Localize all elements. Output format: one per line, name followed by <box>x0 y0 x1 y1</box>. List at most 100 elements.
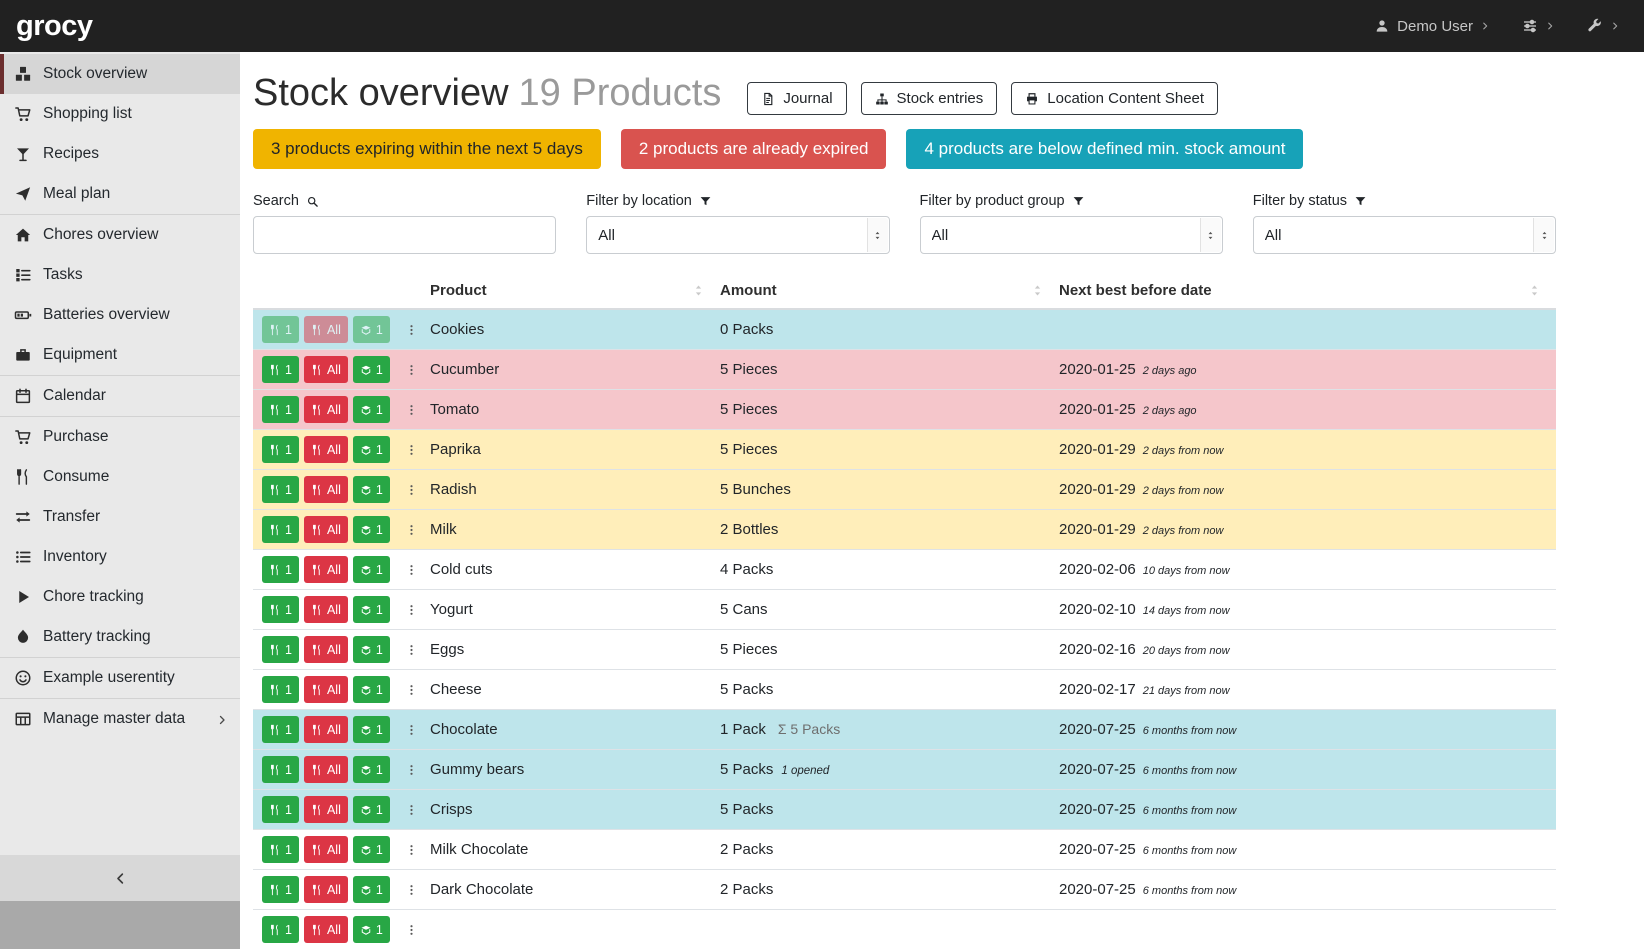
column-product[interactable]: Product <box>430 276 720 308</box>
open-1-button[interactable]: 1 <box>353 716 390 743</box>
consume-1-button[interactable]: 1 <box>262 676 299 703</box>
row-context-menu-button[interactable] <box>401 922 422 938</box>
sidebar-item-transfer[interactable]: Transfer <box>0 497 240 537</box>
open-1-button[interactable]: 1 <box>353 676 390 703</box>
consume-all-button[interactable]: All <box>304 876 348 903</box>
consume-1-button[interactable]: 1 <box>262 756 299 783</box>
location-content-sheet-button[interactable]: Location Content Sheet <box>1011 82 1218 115</box>
open-1-button[interactable]: 1 <box>353 916 390 943</box>
consume-all-button[interactable]: All <box>304 916 348 943</box>
open-1-button[interactable]: 1 <box>353 556 390 583</box>
admin-menu[interactable] <box>1587 18 1620 34</box>
consume-1-button[interactable]: 1 <box>262 876 299 903</box>
filter-select[interactable]: All <box>920 216 1223 254</box>
sidebar-collapse-button[interactable] <box>0 855 240 901</box>
row-context-menu-button[interactable] <box>401 602 422 618</box>
row-context-menu-button[interactable] <box>401 562 422 578</box>
search-input[interactable] <box>253 216 556 254</box>
row-context-menu-button[interactable] <box>401 842 422 858</box>
consume-all-button[interactable]: All <box>304 796 348 823</box>
consume-1-button[interactable]: 1 <box>262 516 299 543</box>
filter-select[interactable]: All <box>586 216 889 254</box>
sidebar-item-example-userentity[interactable]: Example userentity <box>0 658 240 698</box>
filter-select[interactable]: All <box>1253 216 1556 254</box>
consume-all-button[interactable]: All <box>304 676 348 703</box>
consume-1-button[interactable]: 1 <box>262 916 299 943</box>
row-context-menu-button[interactable] <box>401 362 422 378</box>
banner-warning[interactable]: 3 products expiring within the next 5 da… <box>253 129 601 169</box>
sidebar-item-calendar[interactable]: Calendar <box>0 376 240 416</box>
open-1-button[interactable]: 1 <box>353 396 390 423</box>
consume-all-button[interactable]: All <box>304 396 348 423</box>
stock-entries-button[interactable]: Stock entries <box>861 82 998 115</box>
consume-all-button[interactable]: All <box>304 516 348 543</box>
consume-1-button[interactable]: 1 <box>262 316 299 343</box>
row-context-menu-button[interactable] <box>401 682 422 698</box>
banner-info[interactable]: 4 products are below defined min. stock … <box>906 129 1303 169</box>
consume-all-button[interactable]: All <box>304 436 348 463</box>
sidebar-item-purchase[interactable]: Purchase <box>0 417 240 457</box>
consume-all-button[interactable]: All <box>304 756 348 783</box>
sidebar-item-stock-overview[interactable]: Stock overview <box>0 54 240 94</box>
consume-all-button[interactable]: All <box>304 596 348 623</box>
sidebar-item-battery-tracking[interactable]: Battery tracking <box>0 617 240 657</box>
sidebar-item-inventory[interactable]: Inventory <box>0 537 240 577</box>
sidebar-item-tasks[interactable]: Tasks <box>0 255 240 295</box>
sidebar-item-batteries-overview[interactable]: Batteries overview <box>0 295 240 335</box>
settings-menu[interactable] <box>1522 18 1555 34</box>
open-1-button[interactable]: 1 <box>353 476 390 503</box>
open-1-button[interactable]: 1 <box>353 596 390 623</box>
row-context-menu-button[interactable] <box>401 442 422 458</box>
open-1-button[interactable]: 1 <box>353 436 390 463</box>
open-1-button[interactable]: 1 <box>353 316 390 343</box>
open-1-button[interactable]: 1 <box>353 796 390 823</box>
sidebar-item-manage-master-data[interactable]: Manage master data <box>0 699 240 739</box>
row-context-menu-button[interactable] <box>401 402 422 418</box>
open-1-button[interactable]: 1 <box>353 636 390 663</box>
consume-all-button[interactable]: All <box>304 836 348 863</box>
sidebar-item-shopping-list[interactable]: Shopping list <box>0 94 240 134</box>
sidebar-item-equipment[interactable]: Equipment <box>0 335 240 375</box>
best-before-cell: 2020-07-256 months from now <box>1059 841 1556 858</box>
row-context-menu-button[interactable] <box>401 802 422 818</box>
row-context-menu-button[interactable] <box>401 322 422 338</box>
sidebar-item-recipes[interactable]: Recipes <box>0 134 240 174</box>
open-1-button[interactable]: 1 <box>353 876 390 903</box>
consume-1-button[interactable]: 1 <box>262 436 299 463</box>
open-1-button[interactable]: 1 <box>353 756 390 783</box>
consume-all-button[interactable]: All <box>304 476 348 503</box>
consume-1-button[interactable]: 1 <box>262 716 299 743</box>
journal-button[interactable]: Journal <box>747 82 846 115</box>
consume-all-button[interactable]: All <box>304 636 348 663</box>
banner-danger[interactable]: 2 products are already expired <box>621 129 887 169</box>
row-context-menu-button[interactable] <box>401 642 422 658</box>
sidebar-item-chore-tracking[interactable]: Chore tracking <box>0 577 240 617</box>
sidebar-item-chores-overview[interactable]: Chores overview <box>0 215 240 255</box>
consume-1-button[interactable]: 1 <box>262 596 299 623</box>
row-context-menu-button[interactable] <box>401 522 422 538</box>
sidebar-item-consume[interactable]: Consume <box>0 457 240 497</box>
consume-all-button[interactable]: All <box>304 556 348 583</box>
open-1-button[interactable]: 1 <box>353 836 390 863</box>
row-context-menu-button[interactable] <box>401 882 422 898</box>
open-1-button[interactable]: 1 <box>353 356 390 383</box>
row-context-menu-button[interactable] <box>401 482 422 498</box>
consume-1-button[interactable]: 1 <box>262 796 299 823</box>
consume-1-button[interactable]: 1 <box>262 356 299 383</box>
sidebar-item-meal-plan[interactable]: Meal plan <box>0 174 240 214</box>
consume-1-button[interactable]: 1 <box>262 836 299 863</box>
consume-1-button[interactable]: 1 <box>262 556 299 583</box>
consume-1-button[interactable]: 1 <box>262 636 299 663</box>
column-date[interactable]: Next best before date <box>1059 276 1556 308</box>
row-context-menu-button[interactable] <box>401 762 422 778</box>
open-1-button[interactable]: 1 <box>353 516 390 543</box>
app-logo[interactable]: grocy <box>16 10 92 43</box>
consume-1-button[interactable]: 1 <box>262 476 299 503</box>
user-menu[interactable]: Demo User <box>1374 18 1490 35</box>
column-amount[interactable]: Amount <box>720 276 1059 308</box>
row-context-menu-button[interactable] <box>401 722 422 738</box>
consume-1-button[interactable]: 1 <box>262 396 299 423</box>
consume-all-button[interactable]: All <box>304 316 348 343</box>
consume-all-button[interactable]: All <box>304 716 348 743</box>
consume-all-button[interactable]: All <box>304 356 348 383</box>
